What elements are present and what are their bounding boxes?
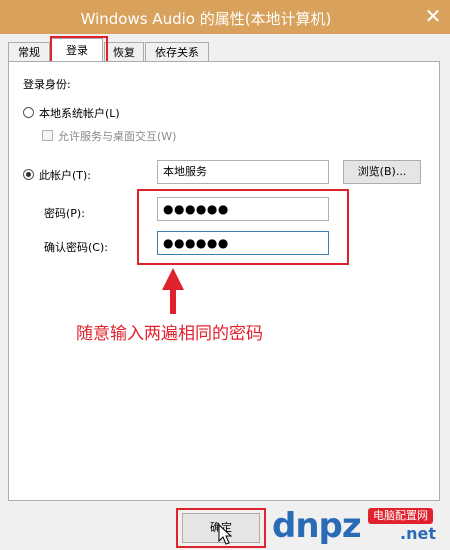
tab-general[interactable]: 常规 (8, 42, 50, 62)
arrow-up-icon (162, 268, 184, 314)
local-system-account-label[interactable]: 本地系统帐户(L) (39, 105, 120, 121)
tab-highlight-box (50, 36, 108, 64)
site-logo: dnpz 电脑配置网 .net (272, 506, 450, 550)
annotation-text: 随意输入两遍相同的密码 (76, 324, 263, 344)
tab-recovery[interactable]: 恢复 (104, 42, 144, 62)
logo-main-text: dnpz (272, 506, 362, 546)
browse-button[interactable]: 浏览(B)... (343, 160, 421, 184)
window-title: Windows Audio 的属性(本地计算机) (80, 10, 332, 28)
logon-panel: 登录身份: 本地系统帐户(L) 允许服务与桌面交互(W) 此帐户(T): 本地服… (8, 61, 440, 501)
password-label: 密码(P): (44, 207, 85, 220)
title-bar: Windows Audio 的属性(本地计算机) ✕ (0, 0, 450, 34)
checkbox-icon (42, 130, 53, 141)
logo-badge: 电脑配置网 (368, 508, 433, 524)
logon-as-label: 登录身份: (23, 78, 71, 91)
this-account-label[interactable]: 此帐户(T): (39, 167, 91, 183)
password-highlight-box (137, 189, 349, 265)
radio-icon[interactable] (23, 169, 34, 180)
interact-with-desktop-label: 允许服务与桌面交互(W) (58, 130, 177, 143)
logo-suffix-text: .net (400, 524, 436, 543)
radio-icon[interactable] (23, 107, 34, 118)
mouse-cursor-icon (218, 524, 232, 545)
tab-dependencies[interactable]: 依存关系 (145, 42, 209, 62)
account-field[interactable]: 本地服务 (157, 160, 329, 184)
confirm-password-label: 确认密码(C): (44, 241, 108, 254)
close-icon[interactable]: ✕ (416, 0, 450, 34)
